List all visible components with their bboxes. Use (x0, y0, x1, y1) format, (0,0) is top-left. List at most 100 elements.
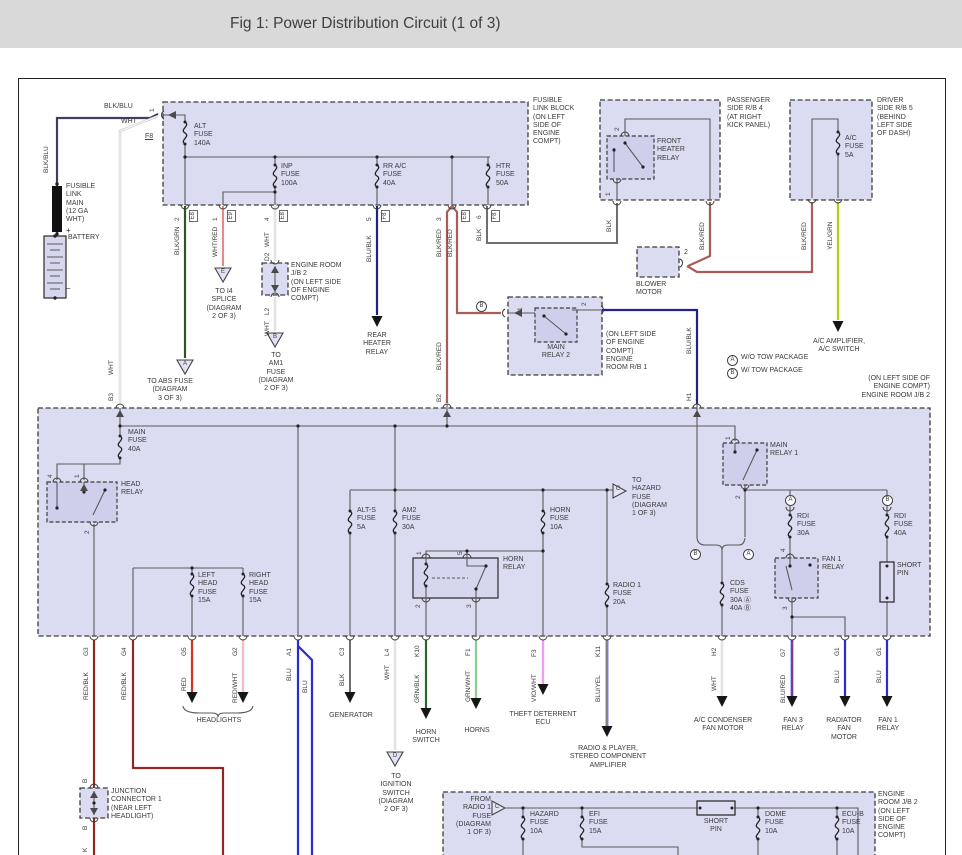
fusible-link-main-label: FUSIBLE LINK MAIN (12 GA WHT) (66, 183, 96, 223)
wire-label-blk6: BLK (476, 228, 483, 241)
fusible-link-block-label: FUSIBLE LINK BLOCK (ON LEFT SIDE OF ENGI… (533, 97, 575, 146)
wire-label-blkred-1: BLK/RED (436, 229, 443, 257)
code-g5: G5 (181, 647, 188, 656)
engine-room-rb1-label: (ON LEFT SIDE OF ENGINE COMPT) ENGINE RO… (606, 331, 657, 371)
main-relay-1-box (722, 442, 768, 486)
wire-label-wht-b3: WHT (108, 360, 115, 375)
to-hazard-fuse-label: TO HAZARD FUSE (DIAGRAM 1 OF 3) (632, 477, 667, 517)
to-i4-splice-label: TO I4 SPLICE (DIAGRAM 2 OF 3) (206, 288, 242, 320)
pin-4-fusible: 4 (264, 217, 271, 221)
driver-rb5-label: DRIVER SIDE R/B 5 (BEHIND LEFT SIDE OF D… (877, 97, 913, 137)
battery-plus: + (66, 226, 71, 235)
pin-3-fusible: 3 (436, 217, 443, 221)
pin-1-fusible-top: 1 (149, 108, 156, 112)
marker-b-relay2: B (476, 301, 487, 312)
wire-label-blublk5: BLU/BLK (366, 235, 373, 262)
right-head-fuse-label: RIGHT HEAD FUSE 15A (249, 572, 271, 604)
code-e8-pin4: E8 (279, 209, 288, 222)
code-g7: G7 (780, 648, 787, 657)
code-f8-pin5: F8 (381, 209, 390, 222)
engine-room-jb2-note: (ON LEFT SIDE OF ENGINE COMPT) ENGINE RO… (861, 375, 930, 399)
triangle-c-bottom-letter: C (494, 804, 500, 810)
wire-label-bluyel: BLU/YEL (595, 675, 602, 702)
main-fuse-label: MAIN FUSE 40A (128, 429, 147, 453)
main-relay-2-label: MAIN RELAY 2 (541, 344, 571, 360)
pin-4-fan1-relay: 4 (780, 548, 787, 552)
legend-circle-b: B (727, 368, 738, 379)
code-g1-fan1: G1 (876, 647, 883, 656)
pin-3-horn-relay: 3 (466, 604, 473, 608)
front-heater-relay-label: FRONT HEATER RELAY (657, 138, 685, 162)
horn-fuse-label: HORN FUSE 10A (550, 507, 571, 531)
engine-room-jb2-bottom-label: ENGINE ROOM J/B 2 (ON LEFT SIDE OF ENGIN… (878, 791, 918, 840)
code-k-bottom: K (82, 847, 89, 852)
to-am1-fuse-label: TO AM1 FUSE (DIAGRAM 2 OF 3) (258, 352, 294, 392)
wire-label-blu-a1b: BLU (302, 680, 309, 693)
generator-label: GENERATOR (329, 712, 373, 719)
fan1-relay-dest-label: FAN 1 RELAY (876, 717, 900, 733)
pin-2-head-relay: 2 (84, 530, 91, 534)
wire-label-blu-a1a: BLU (286, 668, 293, 681)
pin-2-main-relay1: 2 (735, 495, 742, 499)
battery-symbol (43, 235, 67, 299)
junction-connector-label: JUNCTION CONNECTOR 1 (NEAR LEFT HEADLIGH… (111, 788, 162, 820)
htr-fuse-label: HTR FUSE 50A (496, 163, 515, 187)
ecu-b-fuse-label: ECU-B FUSE 10A (842, 811, 864, 835)
marker-a-branch: A (785, 495, 796, 506)
wire-label-red-g5: RED (181, 677, 188, 691)
alt-s-fuse-label: ALT-S FUSE 5A (357, 507, 376, 531)
code-g3: G3 (83, 647, 90, 656)
junction-connector-box (79, 787, 109, 819)
code-e8-pin3: E8 (461, 209, 470, 222)
pin-1-fusible: 1 (212, 217, 219, 221)
battery-label: BATTERY (68, 234, 100, 241)
pin-2-fusible: 2 (174, 217, 181, 221)
horns-label: HORNS (464, 727, 490, 734)
marker-a-brace: A (743, 549, 754, 560)
code-h1: H1 (686, 392, 693, 401)
fan3-relay-label: FAN 3 RELAY (781, 717, 805, 733)
wire-label-blublk-h1: BLU/BLK (686, 327, 693, 354)
wire-label-wht-pin4: WHT (264, 232, 271, 247)
wire-label-blkred-2: BLK/RED (447, 229, 454, 257)
wire-label-whtred: WHT/RED (212, 226, 219, 257)
code-l2: L2 (264, 307, 271, 315)
wire-label-redblk-g4: RED/BLK (121, 672, 128, 700)
triangle-c-hazard: C (615, 486, 621, 492)
radio1-fuse-label: RADIO 1 FUSE 20A (613, 582, 642, 606)
am2-fuse-label: AM2 FUSE 30A (402, 507, 421, 531)
wire-label-blu-fan1: BLU (876, 670, 883, 683)
marker-b-branch: B (882, 495, 893, 506)
horn-relay-label: HORN RELAY (503, 556, 526, 572)
short-pin-2-label: SHORT PIN (703, 818, 729, 834)
pin-1-front-heater: 1 (605, 192, 612, 196)
pin-6-fusible: 6 (476, 215, 483, 219)
engine-room-jb2-small-box (261, 262, 289, 296)
code-k10: K10 (414, 645, 421, 657)
to-abs-fuse-label: TO ABS FUSE (DIAGRAM 3 OF 3) (147, 378, 193, 402)
pin-1-main-relay2: 1 (517, 307, 524, 311)
efi-fuse-label: EFI FUSE 15A (589, 811, 608, 835)
wire-label-viowht: VIO/WHT (531, 674, 538, 702)
code-f3: F3 (531, 649, 538, 657)
code-e9-pin1: E9 (227, 209, 236, 222)
wiring-diagram-page: Fig 1: Power Distribution Circuit (1 of … (0, 0, 962, 855)
short-pin-1-label: SHORT PIN (897, 562, 922, 578)
code-f1: F1 (465, 648, 472, 656)
wire-label-blk-c3: BLK (339, 673, 346, 686)
triangle-b-letter: B (272, 334, 277, 340)
theft-ecu-label: THEFT DETERRENT ECU (509, 711, 577, 727)
bottom-jb2-box (442, 791, 876, 855)
code-k11: K11 (595, 645, 602, 657)
rdi-fuse-40-label: RDI FUSE 40A (894, 513, 913, 537)
pin-2-front-heater: 2 (614, 127, 621, 131)
pin-5-horn-relay: 5 (457, 551, 464, 555)
wire-label-redblk-g3: RED/BLK (83, 672, 90, 700)
code-e8-pin2: E8 (189, 209, 198, 222)
wire-label-redwht-g2: RED/WHT (232, 672, 239, 703)
wire-label-blkred-rb5: BLK/RED (801, 222, 808, 250)
dome-fuse-label: DOME FUSE 10A (765, 811, 786, 835)
rr-ac-fuse-label: RR A/C FUSE 40A (383, 163, 407, 187)
passenger-rb4-label: PASSENGER SIDE R/B 4 (AT RIGHT KICK PANE… (727, 97, 771, 129)
pin-2-blower: 2 (684, 249, 688, 256)
